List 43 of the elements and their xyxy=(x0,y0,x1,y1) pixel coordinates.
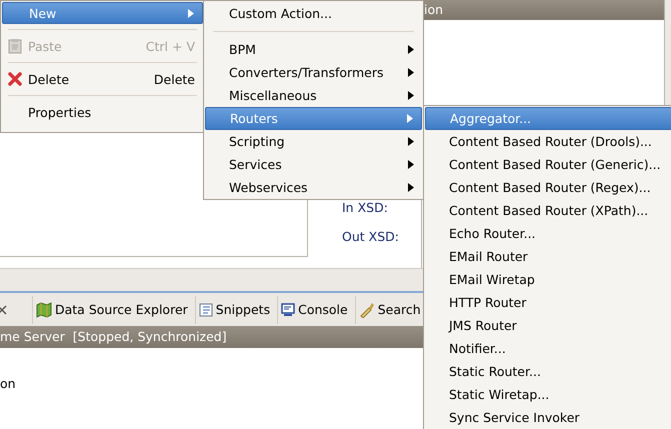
clipboard-icon xyxy=(8,38,22,54)
list-text: on xyxy=(0,376,16,391)
map-icon xyxy=(36,302,52,318)
menu-item[interactable]: Content Based Router (Drools)... xyxy=(425,130,671,153)
menu-item[interactable]: HTTP Router xyxy=(425,291,671,314)
menu-item[interactable]: EMail Wiretap xyxy=(425,268,671,291)
field-label: Out XSD: xyxy=(342,229,399,244)
menu-item[interactable]: Aggregator... xyxy=(425,107,671,130)
delete-icon xyxy=(8,72,22,86)
submenu-arrow-icon xyxy=(188,8,194,18)
monitor-icon xyxy=(281,302,296,316)
menu-item[interactable]: Content Based Router (XPath)... xyxy=(425,199,671,222)
menu-item[interactable]: Echo Router... xyxy=(425,222,671,245)
flashlight-icon xyxy=(358,302,375,318)
menu-item[interactable]: Static Wiretap... xyxy=(425,383,671,406)
submenu-arrow-icon xyxy=(408,45,414,54)
menu-item[interactable]: Custom Action... xyxy=(205,2,422,25)
submenu-arrow-icon xyxy=(407,114,413,123)
field-label: In XSD: xyxy=(342,200,389,215)
menu-item[interactable]: BPM xyxy=(205,38,422,61)
close-icon[interactable] xyxy=(0,304,8,316)
menu-item[interactable]: Webservices xyxy=(205,176,422,199)
menu-item[interactable]: Scripting xyxy=(205,130,422,153)
menu-item[interactable]: Content Based Router (Regex)... xyxy=(425,176,671,199)
document-icon xyxy=(198,302,213,316)
panel-tab[interactable]: Snippets xyxy=(194,296,274,324)
panel-tab[interactable]: Data Source Explorer xyxy=(32,296,191,324)
menu-item[interactable]: Miscellaneous xyxy=(205,84,422,107)
submenu-arrow-icon xyxy=(408,160,414,169)
menu-item[interactable]: Properties xyxy=(2,101,203,123)
section-header: ion xyxy=(422,0,664,20)
menu-item[interactable]: EMail Router xyxy=(425,245,671,268)
menu-item[interactable]: Converters/Transformers xyxy=(205,61,422,84)
submenu-arrow-icon xyxy=(408,68,414,77)
menu-item[interactable]: Services xyxy=(205,153,422,176)
menu-item[interactable]: Sync Service Invoker xyxy=(425,406,671,429)
menu-item[interactable]: Static Router... xyxy=(425,360,671,383)
submenu-arrow-icon xyxy=(408,91,414,100)
menu-item[interactable]: Content Based Router (Generic)... xyxy=(425,153,671,176)
submenu-arrow-icon xyxy=(408,137,414,146)
menu-item[interactable]: Delete Delete xyxy=(2,68,203,90)
panel-tab[interactable]: Console xyxy=(277,296,351,324)
submenu-arrow-icon xyxy=(408,183,414,192)
